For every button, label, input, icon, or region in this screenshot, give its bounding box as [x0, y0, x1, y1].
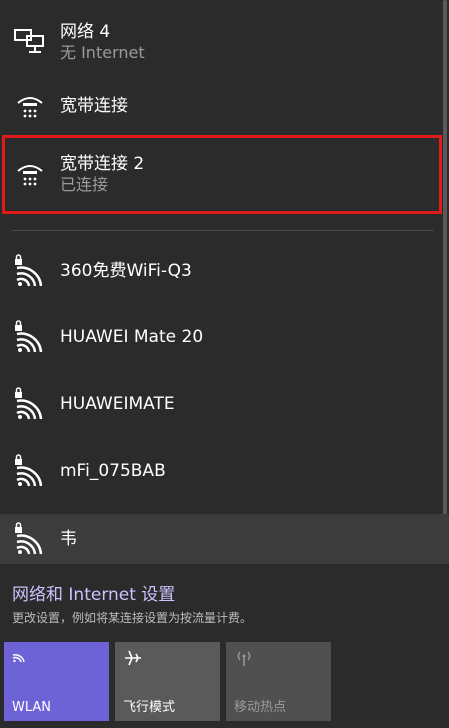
network-settings-description: 更改设置，例如将某连接设置为按流量计费。	[12, 611, 253, 625]
secured-wifi-icon	[12, 319, 48, 355]
network-name: 网络 4	[60, 22, 111, 42]
wlan-toggle-button[interactable]: WLAN	[4, 642, 109, 721]
network-settings-link[interactable]: 网络和 Internet 设置	[12, 580, 175, 605]
tile-label: 移动热点	[234, 700, 287, 715]
network-name: mFi_075BAB	[60, 461, 166, 481]
network-name: HUAWEI Mate 20	[60, 327, 204, 347]
network-name: 宽带连接	[60, 96, 128, 116]
secured-wifi-icon	[12, 253, 48, 289]
wifi-item[interactable]: HUAWEI Mate 20	[0, 312, 440, 362]
wifi-item[interactable]: 360免费WiFi-Q3	[0, 246, 440, 296]
wifi-item[interactable]: HUAWEIMATE	[0, 379, 440, 429]
wired-network-icon	[12, 24, 48, 60]
network-status: 无 Internet	[60, 43, 145, 62]
tile-label: 飞行模式	[123, 700, 176, 715]
wifi-item[interactable]: mFi_075BAB	[0, 446, 440, 496]
dialup-icon	[12, 88, 48, 124]
scrollbar[interactable]	[443, 0, 447, 520]
airplane-mode-button[interactable]: 飞行模式	[115, 642, 220, 721]
secured-wifi-icon	[12, 453, 48, 489]
secured-wifi-icon	[12, 386, 48, 422]
tile-label: WLAN	[12, 700, 52, 715]
network-item-broadband[interactable]: 宽带连接	[0, 84, 440, 128]
wifi-item[interactable]: 韦	[0, 514, 449, 564]
secured-wifi-icon	[12, 521, 48, 557]
airplane-icon	[123, 648, 212, 672]
mobile-hotspot-button[interactable]: 移动热点	[226, 642, 331, 721]
wifi-icon	[12, 648, 101, 667]
network-flyout: 网络 4 无 Internet 宽带连接 宽带连接 2 已连接 360免费WiF…	[0, 0, 449, 728]
divider	[12, 230, 434, 231]
network-item-wired[interactable]: 网络 4 无 Internet	[0, 14, 440, 70]
hotspot-icon	[234, 648, 323, 672]
network-name: HUAWEIMATE	[60, 394, 175, 414]
network-name: 韦	[60, 529, 77, 549]
highlight-annotation	[2, 135, 442, 214]
network-name: 360免费WiFi-Q3	[60, 261, 192, 281]
